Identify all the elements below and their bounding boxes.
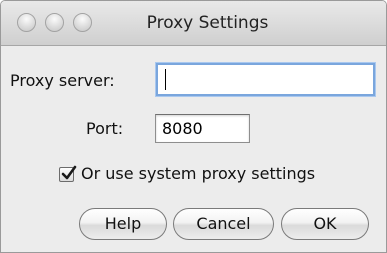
proxy-server-label: Proxy server:: [10, 71, 115, 90]
port-input[interactable]: [155, 114, 250, 143]
port-label: Port:: [86, 119, 124, 138]
text-caret: [165, 69, 166, 90]
proxy-server-input[interactable]: [156, 63, 375, 96]
title-bar: Proxy Settings: [1, 1, 386, 46]
system-proxy-checkbox[interactable]: [59, 165, 77, 182]
window-title: Proxy Settings: [146, 13, 269, 33]
proxy-settings-dialog: Proxy Settings Proxy server: Port: Or us…: [0, 0, 387, 253]
cancel-button[interactable]: Cancel: [173, 208, 274, 240]
checkmark-icon: [61, 165, 77, 180]
help-button[interactable]: Help: [79, 208, 167, 240]
ok-button[interactable]: OK: [281, 208, 369, 240]
system-proxy-label[interactable]: Or use system proxy settings: [81, 164, 315, 183]
